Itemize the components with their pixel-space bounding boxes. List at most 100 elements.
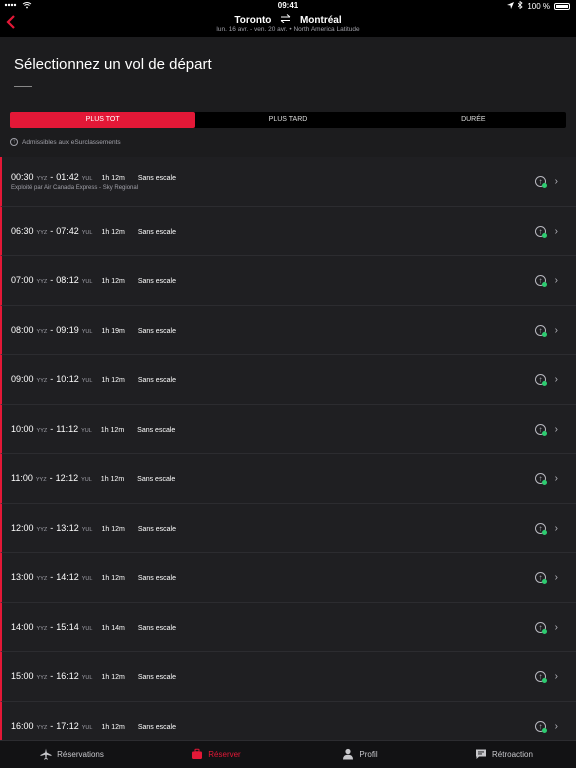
departure-time: 15:00 xyxy=(11,671,34,681)
chevron-right-icon: › xyxy=(554,225,558,237)
tab-reservations[interactable]: Réservations xyxy=(0,741,144,768)
arrival-code: YUL xyxy=(81,576,93,582)
departure-code: YYZ xyxy=(35,477,47,483)
flight-operator: Exploité par Air Canada Express - Sky Re… xyxy=(11,185,139,191)
flight-stops: Sans escale xyxy=(137,575,176,582)
arrival-time: 12:12 xyxy=(55,473,79,483)
flight-times: 14:00 YYZ - 15:14 YUL 1h 14m Sans escale xyxy=(11,622,176,632)
flight-row[interactable]: 14:00 YYZ - 15:14 YUL 1h 14m Sans escale… xyxy=(0,602,576,652)
time-separator: - xyxy=(50,324,54,335)
flight-stops: Sans escale xyxy=(137,525,176,533)
nav-bar: Toronto Montréal lun. 16 avr. - ven. 20 … xyxy=(0,12,576,37)
sort-tab-earliest[interactable]: PLUS TOT xyxy=(10,112,196,128)
departure-code: YYZ xyxy=(36,279,48,285)
arrival-code: YUL xyxy=(81,378,93,384)
departure-code: YYZ xyxy=(36,675,48,681)
arrival-time: 11:12 xyxy=(56,423,79,434)
chevron-right-icon: › xyxy=(554,572,558,583)
title-divider xyxy=(14,86,32,87)
time-separator: - xyxy=(49,473,53,483)
flight-duration: 1h 12m xyxy=(100,476,125,483)
arrival-code: YUL xyxy=(81,675,93,681)
flight-row[interactable]: 09:00 YYZ - 10:12 YUL 1h 12m Sans escale… xyxy=(0,355,576,405)
departure-time: 06:30 xyxy=(11,225,34,236)
upgrade-eligible-icon: ↑ xyxy=(535,621,547,634)
bluetooth-icon xyxy=(518,0,523,11)
chevron-right-icon: › xyxy=(554,324,558,336)
battery-icon xyxy=(554,2,570,10)
arrival-code: YUL xyxy=(81,229,93,236)
airplane-icon xyxy=(40,748,52,762)
flight-stops: Sans escale xyxy=(137,674,176,681)
arrival-time: 09:19 xyxy=(56,324,79,335)
departure-time: 00:30 xyxy=(11,172,34,182)
flight-row[interactable]: 08:00 YYZ - 09:19 YUL 1h 19m Sans escale… xyxy=(0,305,576,355)
departure-time: 08:00 xyxy=(11,324,34,335)
departure-code: YYZ xyxy=(36,229,48,236)
chevron-right-icon: › xyxy=(554,621,558,633)
time-separator: - xyxy=(50,225,54,236)
flight-row[interactable]: 16:00 YYZ - 17:12 YUL 1h 12m Sans escale… xyxy=(0,701,576,740)
arrival-time: 10:12 xyxy=(56,374,79,384)
upgrade-eligible-icon: ↑ xyxy=(535,225,547,238)
flight-row[interactable]: 15:00 YYZ - 16:12 YUL 1h 12m Sans escale… xyxy=(0,652,576,702)
tab-bar: Réservations Réserver Profil Rétroaction xyxy=(0,740,576,768)
chevron-right-icon: › xyxy=(554,473,558,484)
departure-time: 13:00 xyxy=(11,572,34,582)
page-title: Sélectionnez un vol de départ xyxy=(14,56,212,73)
flight-times: 08:00 YYZ - 09:19 YUL 1h 19m Sans escale xyxy=(11,325,176,335)
arrival-time: 07:42 xyxy=(56,225,79,236)
flight-row[interactable]: 10:00 YYZ - 11:12 YUL 1h 12m Sans escale… xyxy=(0,404,576,454)
eligibility-text: Admissibles aux eSurclassements xyxy=(22,138,121,146)
sort-tab-duration[interactable]: DURÉE xyxy=(381,112,566,128)
flight-row[interactable]: 11:00 YYZ - 12:12 YUL 1h 12m Sans escale… xyxy=(0,454,576,504)
flight-row[interactable]: 12:00 YYZ - 13:12 YUL 1h 12m Sans escale… xyxy=(0,503,576,553)
chevron-right-icon: › xyxy=(554,176,558,187)
departure-code: YYZ xyxy=(36,427,48,434)
tab-profile[interactable]: Profil xyxy=(288,741,432,768)
upgrade-eligible-icon: ↑ xyxy=(535,423,547,436)
flight-duration: 1h 12m xyxy=(101,278,125,285)
time-separator: - xyxy=(50,423,54,434)
origin-city: Toronto xyxy=(234,15,272,26)
flight-stops: Sans escale xyxy=(137,327,176,335)
flight-stops: Sans escale xyxy=(137,624,176,632)
arrival-code: YUL xyxy=(81,526,93,533)
destination-city: Montréal xyxy=(299,15,342,26)
departure-time: 14:00 xyxy=(11,621,34,632)
location-arrow-icon xyxy=(507,1,515,11)
arrival-time: 08:12 xyxy=(56,275,79,285)
arrival-time: 14:12 xyxy=(56,572,79,582)
sort-tab-latest[interactable]: PLUS TARD xyxy=(195,112,380,128)
upgrade-eligible-icon: ↑ xyxy=(535,720,547,733)
flight-row[interactable]: 00:30 YYZ - 01:42 YUL 1h 12m Sans escale… xyxy=(0,157,576,207)
flight-duration: 1h 12m xyxy=(101,674,125,681)
departure-code: YYZ xyxy=(36,176,48,182)
tab-book[interactable]: Réserver xyxy=(144,741,288,768)
arrival-time: 13:12 xyxy=(56,522,79,533)
flight-row[interactable]: 13:00 YYZ - 14:12 YUL 1h 12m Sans escale… xyxy=(0,553,576,603)
tab-label: Réserver xyxy=(208,750,241,759)
departure-time: 09:00 xyxy=(11,374,34,384)
flight-stops: Sans escale xyxy=(137,723,176,731)
flight-duration: 1h 12m xyxy=(101,723,125,731)
upgrade-eligible-icon: ↑ xyxy=(535,572,547,584)
flight-row[interactable]: 07:00 YYZ - 08:12 YUL 1h 12m Sans escale… xyxy=(0,256,576,306)
departure-time: 16:00 xyxy=(11,720,34,731)
upgrade-eligibility-note: ↑ Admissibles aux eSurclassements xyxy=(10,138,121,146)
chevron-right-icon: › xyxy=(554,275,558,286)
flight-times: 06:30 YYZ - 07:42 YUL 1h 12m Sans escale xyxy=(11,226,176,236)
flight-row[interactable]: 06:30 YYZ - 07:42 YUL 1h 12m Sans escale… xyxy=(0,206,576,256)
trip-details: lun. 16 avr. - ven. 20 avr. • North Amer… xyxy=(216,26,360,33)
flight-times: 00:30 YYZ - 01:42 YUL 1h 12m Sans escale xyxy=(11,172,176,182)
route-title: Toronto Montréal xyxy=(0,14,576,26)
chevron-right-icon: › xyxy=(554,522,558,534)
flight-duration: 1h 19m xyxy=(101,327,125,335)
flight-duration: 1h 12m xyxy=(100,426,125,434)
flight-stops: Sans escale xyxy=(137,175,176,182)
upgrade-eligible-icon: ↑ xyxy=(535,671,547,683)
arrival-code: YUL xyxy=(81,176,93,182)
tab-feedback[interactable]: Rétroaction xyxy=(432,741,576,768)
flight-duration: 1h 12m xyxy=(101,575,125,582)
upgrade-eligible-icon: ↑ xyxy=(535,176,547,188)
